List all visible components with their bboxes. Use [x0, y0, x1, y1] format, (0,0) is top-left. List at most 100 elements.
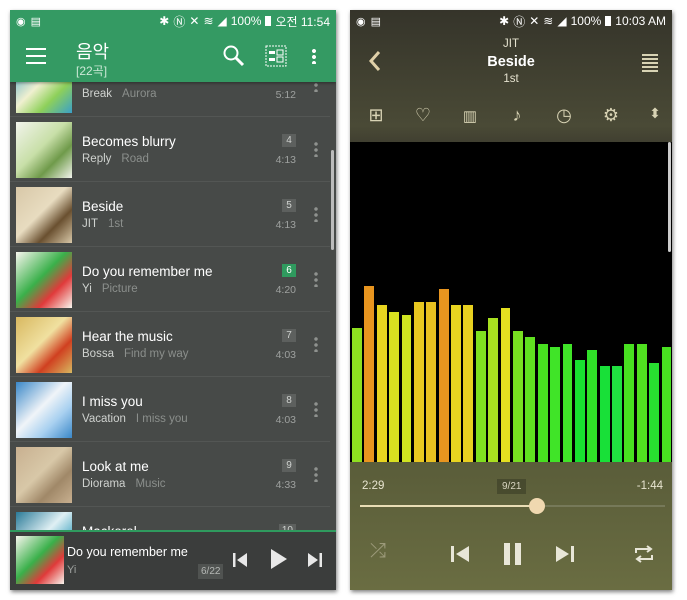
previous-icon[interactable] — [450, 545, 470, 568]
track-duration: 4:13 — [275, 219, 296, 231]
visualizer-bar — [612, 366, 622, 462]
signal-icon: ◢ — [557, 14, 567, 28]
visualizer-bar — [587, 350, 598, 462]
track-title: I miss you — [82, 394, 143, 409]
bluetooth-icon: ✱ — [159, 14, 170, 28]
track-artist: Yi — [82, 283, 92, 295]
track-title: Hear the music — [82, 329, 173, 344]
search-icon[interactable] — [222, 44, 246, 73]
visualizer[interactable] — [350, 142, 672, 462]
track-menu-icon[interactable] — [314, 466, 318, 482]
visualizer-bar — [463, 305, 474, 462]
track-menu-icon[interactable] — [314, 401, 318, 417]
visualizer-bar — [488, 318, 499, 462]
previous-icon[interactable] — [232, 552, 248, 573]
track-menu-icon[interactable] — [314, 206, 318, 222]
view-toggle-icon[interactable] — [265, 45, 287, 72]
track-menu-icon[interactable] — [314, 141, 318, 157]
pause-icon[interactable] — [502, 542, 524, 571]
visualizer-bar — [562, 343, 573, 462]
track-title: Becomes blurry — [82, 134, 176, 149]
visualizer-bar — [352, 327, 362, 462]
track-album: 1st — [107, 218, 124, 230]
track-artist: Diorama — [82, 478, 126, 490]
visualizer-bar — [661, 346, 672, 462]
wifi-icon: ≋ — [203, 14, 214, 28]
visualizer-bar — [599, 366, 610, 462]
album-art — [16, 187, 72, 243]
next-icon[interactable] — [307, 552, 323, 573]
track-row[interactable]: Mackerel 10 — [10, 507, 330, 530]
track-menu-icon[interactable] — [314, 271, 318, 287]
track-artist: Bossa — [82, 348, 114, 360]
now-playing-screen: ◉ ▤ ✱ Ⓝ ✕ ≋ ◢ 100% 10:03 AM JIT Beside 1st ⊞ ♡ … — [350, 10, 672, 590]
play-icon[interactable] — [269, 547, 289, 576]
repeat-icon[interactable] — [633, 544, 655, 569]
track-artist: Reply — [82, 153, 112, 165]
track-row[interactable]: Look at me Diorama Music 9 4:33 — [10, 442, 330, 507]
artist-name: JIT — [503, 38, 519, 50]
track-artist: JIT — [82, 218, 98, 230]
elapsed-time: 2:29 — [362, 480, 385, 492]
track-artist: Break — [82, 88, 113, 100]
app-notification-icon: ◉ — [16, 15, 26, 28]
track-number: 8 — [282, 394, 296, 407]
menu-icon[interactable] — [26, 48, 46, 64]
visualizer-bar — [413, 302, 424, 462]
track-menu-icon[interactable] — [314, 336, 318, 352]
speed-icon[interactable]: ◷ — [551, 105, 577, 126]
lyrics-icon[interactable]: ♪ — [504, 105, 530, 126]
add-to-playlist-icon[interactable]: ⊞ — [363, 105, 389, 126]
visualizer-bar — [500, 308, 511, 462]
queue-position: 9/21 — [497, 479, 527, 494]
more-vert-icon[interactable] — [312, 48, 316, 64]
expand-icon[interactable]: ⬍ — [642, 105, 668, 122]
app-notification-icon: ◉ — [356, 15, 366, 28]
track-row[interactable]: Break Aurora 5:12 — [10, 82, 330, 117]
notification-icon: ▤ — [30, 15, 42, 28]
track-album: I miss you — [135, 413, 188, 425]
track-menu-icon[interactable] — [314, 82, 318, 92]
visualizer-bar — [376, 305, 387, 462]
album-name: 1st — [503, 73, 519, 85]
shuffle-icon[interactable]: ⤮ — [370, 540, 386, 563]
next-icon[interactable] — [555, 545, 575, 568]
heart-icon[interactable]: ♡ — [410, 105, 436, 126]
queue-icon[interactable] — [642, 54, 658, 72]
mini-player[interactable]: Do you remember me Yi 6/22 — [10, 530, 336, 590]
seek-thumb[interactable] — [528, 498, 545, 514]
signal-icon: ◢ — [217, 14, 227, 28]
track-row[interactable]: Do you remember me Yi Picture 6 4:20 — [10, 247, 330, 312]
track-count: [22곡] — [76, 64, 108, 78]
track-row[interactable]: I miss you Vacation I miss you 8 4:03 — [10, 377, 330, 442]
page-title: 음악 — [76, 42, 110, 62]
seek-bar[interactable] — [360, 498, 665, 514]
mute-icon: ✕ — [189, 14, 200, 28]
track-number: 7 — [282, 329, 296, 342]
album-art — [16, 252, 72, 308]
album-art — [16, 82, 72, 113]
track-album: Road — [121, 153, 149, 165]
track-album: Aurora — [122, 88, 157, 100]
scrollbar[interactable] — [331, 150, 334, 250]
track-row[interactable]: Hear the music Bossa Find my way 7 4:03 — [10, 312, 330, 377]
visualizer-bar — [401, 314, 412, 462]
battery-level: 100% — [230, 14, 262, 28]
settings-icon[interactable]: ⚙ — [598, 105, 624, 126]
clock: 10:03 AM — [615, 14, 666, 28]
track-row[interactable]: Beside JIT 1st 5 4:13 — [10, 182, 330, 247]
equalizer-icon[interactable]: ▥ — [457, 107, 483, 125]
track-artist: Vacation — [82, 413, 126, 425]
app-bar: ◉ ▤ ✱ Ⓝ ✕ ≋ ◢ 100% 오전 11:54 음악 [22곡] — [10, 10, 336, 82]
status-bar: ◉ ▤ ✱ Ⓝ ✕ ≋ ◢ 100% 10:03 AM — [350, 10, 672, 32]
visualizer-bar — [624, 343, 635, 462]
wifi-icon: ≋ — [543, 14, 554, 28]
library-screen: ◉ ▤ ✱ Ⓝ ✕ ≋ ◢ 100% 오전 11:54 음악 [22곡] Break Auror… — [10, 10, 336, 590]
track-row[interactable]: Becomes blurry Reply Road 4 4:13 — [10, 117, 330, 182]
visualizer-scrollbar[interactable] — [668, 142, 671, 252]
visualizer-bar — [364, 286, 375, 462]
track-duration: 4:20 — [275, 284, 296, 296]
track-list: Break Aurora 5:12 Becomes blurry Reply Roa… — [10, 82, 336, 530]
visualizer-bar — [636, 343, 647, 462]
notification-icon: ▤ — [370, 15, 382, 28]
